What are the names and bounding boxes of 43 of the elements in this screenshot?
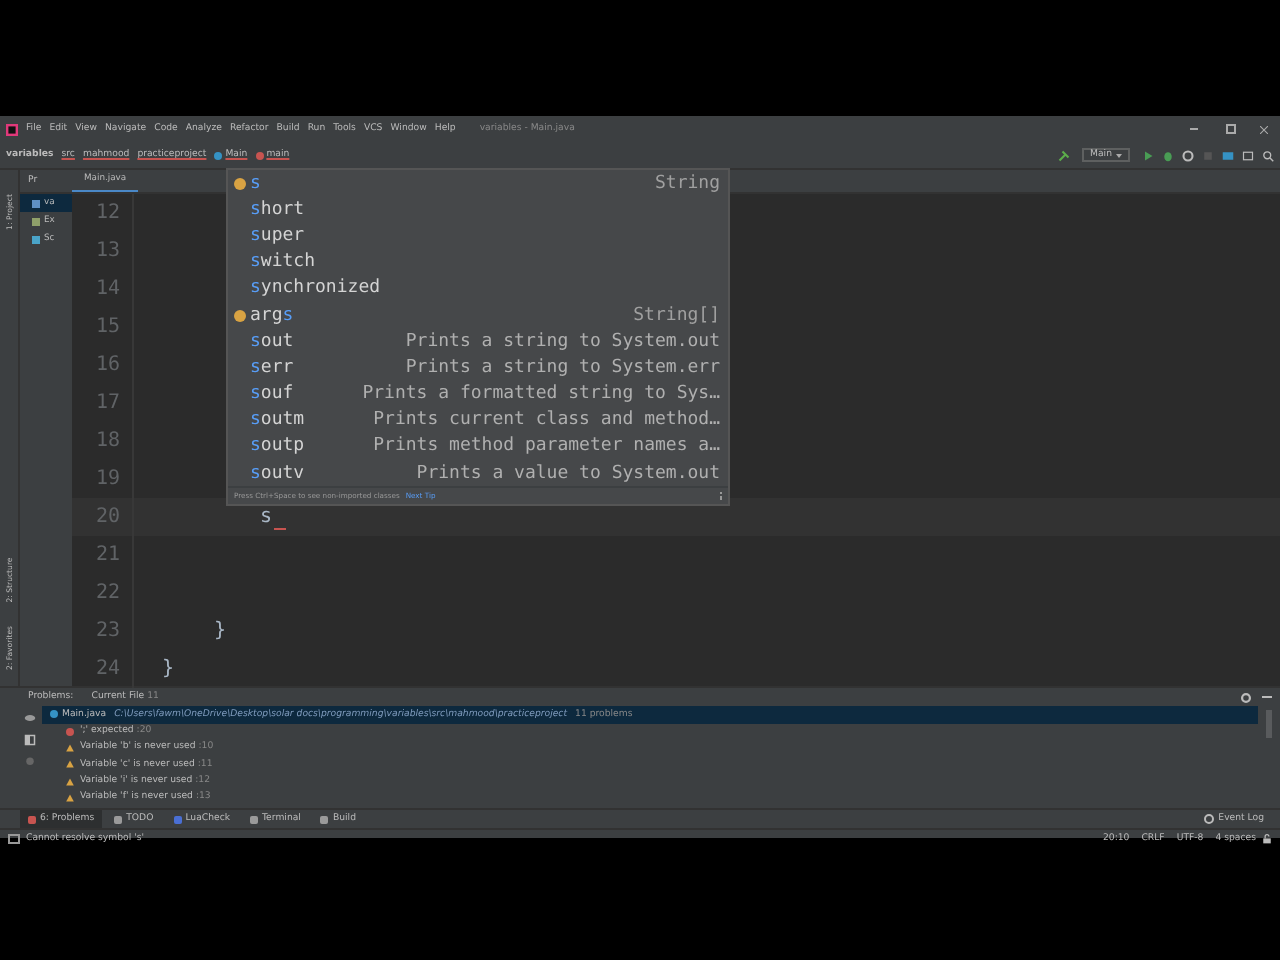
line-number: 16 (93, 354, 120, 376)
code-text: } (162, 658, 175, 680)
hammer-icon[interactable] (1058, 149, 1071, 161)
code-text: s (260, 506, 273, 528)
search-icon[interactable] (1262, 149, 1274, 161)
completion-item[interactable]: s String (228, 170, 728, 197)
preview-icon[interactable] (24, 734, 36, 746)
line-number: 15 (93, 316, 120, 338)
line-number: 17 (93, 392, 120, 414)
java-file-icon (50, 710, 58, 719)
completion-item[interactable]: souf Prints a formatted string to Sys… (228, 381, 728, 408)
line-number: 22 (93, 582, 120, 604)
line-number: 24 (93, 658, 120, 680)
app-logo-icon (6, 123, 18, 135)
completion-item[interactable]: synchronized (228, 275, 728, 302)
run-icon[interactable] (1142, 149, 1154, 161)
line-number: 19 (93, 468, 120, 490)
window-icon[interactable] (1242, 149, 1254, 161)
settings-icon[interactable] (1240, 691, 1252, 703)
completion-item[interactable]: switch (228, 249, 728, 276)
line-number: 14 (93, 278, 120, 300)
variable-icon (233, 177, 245, 190)
completion-item[interactable]: args String[] (228, 301, 728, 329)
line-number: 23 (93, 620, 120, 642)
lock-icon[interactable] (1262, 833, 1272, 843)
error-icon (66, 727, 74, 736)
line-number: 12 (93, 202, 120, 224)
caret-icon (1116, 153, 1122, 157)
line-number: 18 (93, 430, 120, 452)
line-number: 13 (93, 240, 120, 262)
completion-item[interactable]: short (228, 196, 728, 223)
close-icon[interactable] (1260, 125, 1268, 133)
completion-item[interactable]: soutv Prints a value to System.out (228, 460, 728, 487)
completion-item[interactable]: soutm Prints current class and method… (228, 407, 728, 434)
code-text: } (214, 620, 227, 642)
completion-item[interactable]: sout Prints a string to System.out (228, 328, 728, 355)
line-number: 21 (93, 544, 120, 566)
completion-item[interactable]: super (228, 222, 728, 250)
completion-item[interactable]: serr Prints a string to System.err (228, 354, 728, 381)
variable-icon (233, 309, 245, 322)
debug-icon[interactable] (1162, 149, 1174, 161)
panel-toggle-icon[interactable] (8, 833, 20, 843)
completion-item[interactable]: soutp Prints method parameter names a… (228, 433, 728, 461)
